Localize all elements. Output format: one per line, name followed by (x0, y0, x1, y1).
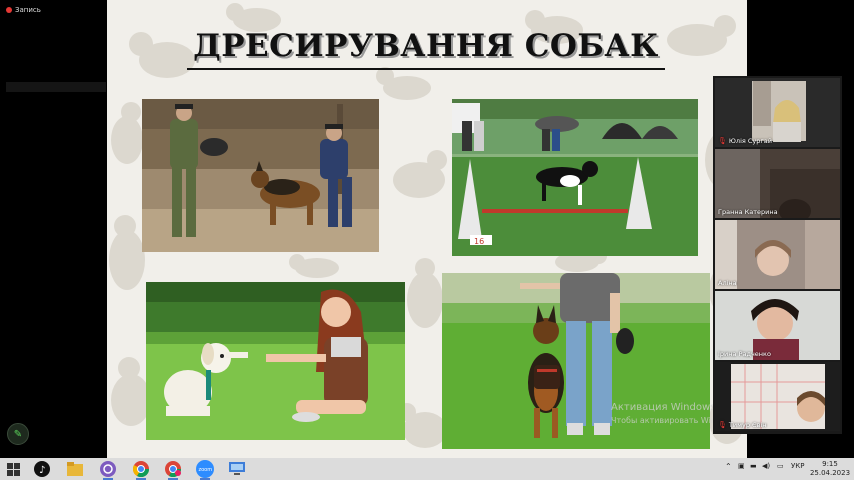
zoom-app-button[interactable]: zoom (196, 460, 214, 480)
participant-tile[interactable]: Аліна (715, 220, 840, 289)
agility-jump-photo: 16 (452, 99, 698, 256)
network-icon[interactable]: ▬ (750, 462, 757, 470)
viber-app-button[interactable] (99, 460, 117, 480)
girl-high-five-dog-photo (146, 282, 405, 440)
viber-icon (100, 461, 116, 477)
protection-training-photo (142, 99, 379, 252)
hidden-toolbar-strip (6, 82, 106, 92)
participant-name: Юлія Сургай (728, 137, 772, 145)
muted-mic-icon: 🎙 (718, 421, 727, 429)
participant-tile[interactable]: Гранна Катерина (715, 149, 840, 218)
speaker-icon[interactable]: ◀) (762, 462, 770, 470)
tray-overflow-chevron-icon[interactable]: ⌃ (725, 462, 732, 471)
slide-title: ДРЕСИРУВАННЯ СОБАК (193, 28, 659, 64)
chrome-app-button[interactable] (132, 460, 150, 480)
clock-date: 25.04.2023 (809, 469, 851, 477)
language-indicator[interactable]: УКР (791, 462, 804, 470)
participants-panel: 🎙 Юлія Сургай Гранна Катерина Аліна Ірина… (713, 76, 842, 434)
participant-name: Аліна (718, 279, 737, 287)
participant-tile[interactable]: Ірина Радченко (715, 291, 840, 360)
chrome-profile-app-button[interactable] (164, 460, 182, 480)
title-underline (187, 68, 665, 70)
participant-tile[interactable]: 🎙 Юлія Сургай (715, 78, 840, 147)
participant-tile[interactable]: 🎙 Тимур Євін (715, 362, 840, 431)
windows-start-button[interactable] (4, 460, 22, 478)
tray-app-icon[interactable]: ▣ (738, 462, 745, 470)
pencil-icon: ✎ (13, 428, 23, 440)
tiktok-icon: ♪ (34, 461, 50, 477)
chrome-profile-icon (165, 461, 181, 477)
recording-label: Запись (15, 6, 41, 14)
participant-name: Гранна Катерина (718, 208, 778, 216)
remote-desktop-button[interactable] (228, 460, 246, 478)
zoom-icon: zoom (196, 460, 214, 478)
recording-indicator[interactable]: Запись (6, 6, 41, 14)
battery-icon[interactable]: ▭ (777, 462, 784, 470)
record-dot-icon (6, 7, 12, 13)
windows-taskbar: ♪ zoom ⌃ ▣ ▬ ◀) ▭ УКР 9:15 25.04.2023 (0, 458, 854, 480)
participant-name: Ірина Радченко (718, 350, 771, 358)
folder-icon (67, 462, 83, 476)
zoom-label: zoom (199, 467, 213, 473)
monitor-icon (229, 462, 245, 475)
annotate-pencil-button[interactable]: ✎ (7, 423, 29, 445)
shared-slide: ДРЕСИРУВАННЯ СОБАК 16 (107, 0, 747, 458)
participant-name: Тимур Євін (728, 421, 767, 429)
tiktok-app-button[interactable]: ♪ (33, 460, 51, 478)
svg-text:♪: ♪ (39, 465, 45, 476)
chrome-icon (133, 461, 149, 477)
number-sign: 16 (474, 237, 484, 246)
file-explorer-button[interactable] (66, 460, 84, 478)
windows-logo-icon (6, 462, 20, 476)
taskbar-clock[interactable]: 9:15 25.04.2023 (808, 460, 852, 478)
clock-time: 9:15 (822, 460, 838, 468)
muted-mic-icon: 🎙 (718, 137, 727, 145)
